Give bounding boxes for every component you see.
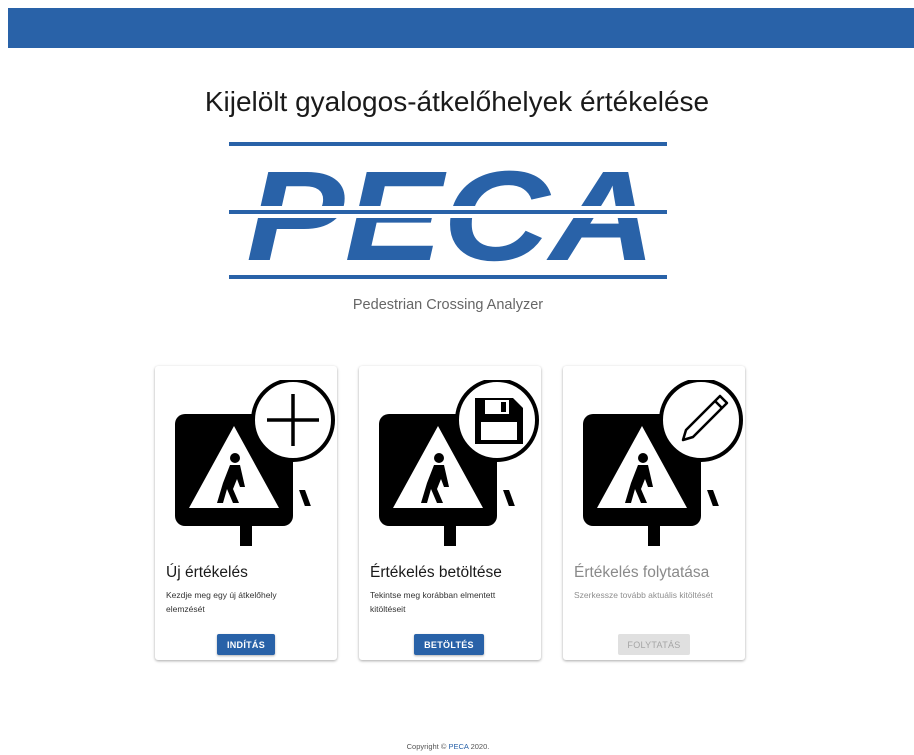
top-app-bar: [8, 8, 914, 48]
crosswalk-sign-pencil-icon: [583, 380, 743, 546]
peca-link[interactable]: PECA: [448, 742, 468, 751]
card-title: Értékelés betöltése: [370, 564, 502, 581]
load-button[interactable]: BETÖLTÉS: [414, 634, 484, 655]
card-description: Szerkessze tovább aktuális kitöltését: [574, 590, 713, 600]
start-button[interactable]: INDÍTÁS: [217, 634, 275, 655]
crosswalk-sign-floppy-icon: [379, 380, 539, 546]
peca-logo: PECA: [229, 142, 667, 282]
continue-evaluation-card: Értékelés folytatása Szerkessze tovább a…: [563, 366, 745, 660]
card-description: Tekintse meg korábban elmentett kitöltés…: [370, 590, 496, 614]
footer: Copyright © PECA 2020.: [0, 742, 896, 751]
load-evaluation-card: Értékelés betöltése Tekintse meg korábba…: [359, 366, 541, 660]
floppy-disk-icon: [475, 398, 523, 444]
copyright-year: 2020.: [470, 742, 490, 751]
app-subtitle: Pedestrian Crossing Analyzer: [352, 297, 544, 313]
continue-button[interactable]: FOLYTATÁS: [618, 634, 690, 655]
page-title: Kijelölt gyalogos-átkelőhelyek értékelés…: [204, 86, 710, 117]
card-title: Értékelés folytatása: [574, 564, 710, 581]
new-evaluation-card: Új értékelés Kezdje meg egy új átkelőhel…: [155, 366, 337, 660]
copyright-text: Copyright ©: [406, 742, 447, 751]
card-description: Kezdje meg egy új átkelőhely elemzését: [166, 590, 277, 614]
crosswalk-sign-plus-icon: [175, 380, 335, 546]
card-title: Új értékelés: [166, 564, 248, 581]
